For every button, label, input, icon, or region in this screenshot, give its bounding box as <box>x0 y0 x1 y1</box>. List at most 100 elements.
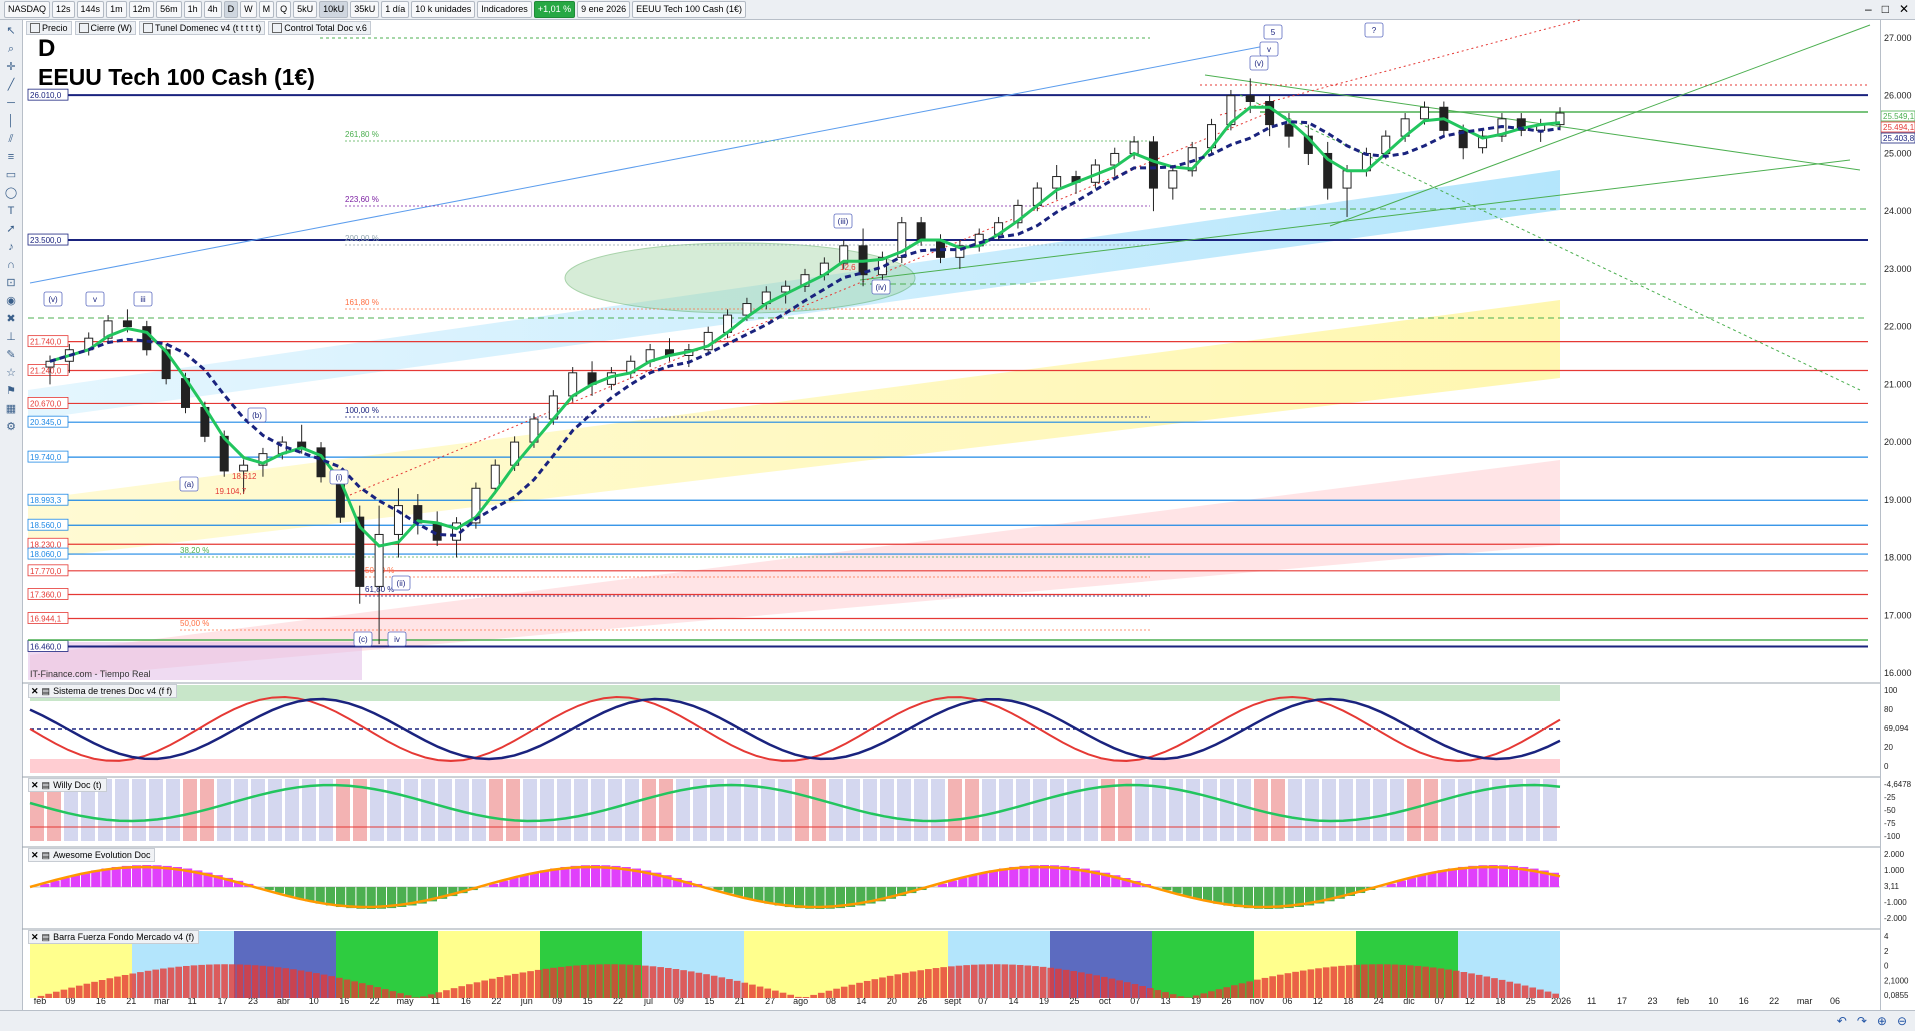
brush-icon[interactable]: ✎ <box>4 348 18 362</box>
symbol-selector[interactable]: NASDAQ <box>4 1 50 18</box>
fibonacci-icon[interactable]: ≡ <box>4 150 18 164</box>
chip-precio[interactable]: Precio <box>26 21 72 35</box>
checkbox-icon[interactable] <box>272 23 282 33</box>
chip-tunel[interactable]: Tunel Domenec v4 (t t t t t) <box>139 21 265 35</box>
tick-10ku[interactable]: 10kU <box>319 1 348 18</box>
barra-bar-123 <box>971 965 978 998</box>
cursor-icon[interactable]: ↖ <box>4 24 18 38</box>
line-icon[interactable]: ╱ <box>4 78 18 92</box>
text-icon[interactable]: T <box>4 204 18 218</box>
candle-body-44 <box>898 223 906 258</box>
barra-band-38 <box>999 931 1025 998</box>
barra-bar-199 <box>1552 994 1559 998</box>
barra-bar-93 <box>741 983 748 998</box>
awesome-bar-142 <box>1478 865 1487 887</box>
barra-bar-130 <box>1025 965 1032 998</box>
zoom-icon[interactable]: ⌕ <box>4 42 18 56</box>
rectangle-icon[interactable]: ▭ <box>4 168 18 182</box>
grid-icon[interactable]: ▦ <box>4 402 18 416</box>
tick-5ku[interactable]: 5kU <box>293 1 317 18</box>
minimize-icon[interactable]: – <box>1865 2 1872 16</box>
barra-bar-45 <box>374 987 381 998</box>
willy-bar-41 <box>727 779 741 841</box>
units-dropdown[interactable]: 10 k unidades <box>411 1 475 18</box>
time-label-28: 20 <box>887 996 897 1006</box>
indicators-button[interactable]: Indicadores <box>477 1 532 18</box>
trash-icon[interactable]: ✖ <box>4 312 18 326</box>
barra-band-55 <box>1433 931 1459 998</box>
close-icon[interactable]: ✕ <box>31 685 39 697</box>
willy-bar-72 <box>1254 779 1268 841</box>
timeframe-1m[interactable]: 1m <box>106 1 127 18</box>
tick-35ku[interactable]: 35kU <box>350 1 379 18</box>
checkbox-icon[interactable] <box>79 23 89 33</box>
timeframe-144s[interactable]: 144s <box>77 1 105 18</box>
level-label-3: 21.240,0 <box>30 367 62 376</box>
undo-icon[interactable]: ↶ <box>1837 1014 1847 1028</box>
candle-body-63 <box>1266 102 1274 125</box>
candle-body-39 <box>801 275 809 287</box>
arrow-icon[interactable]: ➚ <box>4 222 18 236</box>
barra-band-18 <box>489 931 515 998</box>
timeframe-4h[interactable]: 4h <box>204 1 222 18</box>
pane-header-awesome[interactable]: ✕▤Awesome Evolution Doc <box>28 848 155 862</box>
redo-icon[interactable]: ↷ <box>1857 1014 1867 1028</box>
timeframe-12m[interactable]: 12m <box>129 1 155 18</box>
data-source: IT-Finance.com - Tiempo Real <box>30 669 151 679</box>
timeframe-1h[interactable]: 1h <box>184 1 202 18</box>
willy-bar-80 <box>1390 779 1404 841</box>
chip-control-total[interactable]: Control Total Doc v.6 <box>268 21 371 35</box>
close-icon[interactable]: ✕ <box>1899 2 1909 16</box>
checkbox-icon[interactable] <box>143 23 153 33</box>
timeframe-w[interactable]: W <box>240 1 257 18</box>
close-icon[interactable]: ✕ <box>31 779 39 791</box>
eye-icon[interactable]: ◉ <box>4 294 18 308</box>
chip-cierre[interactable]: Cierre (W) <box>75 21 137 35</box>
barra-bar-19 <box>175 967 182 998</box>
ellipse-icon[interactable]: ◯ <box>4 186 18 200</box>
awesome-bar-141 <box>1468 866 1477 887</box>
lock-icon[interactable]: ⊡ <box>4 276 18 290</box>
period-dropdown[interactable]: 1 día <box>381 1 409 18</box>
timeframe-12s[interactable]: 12s <box>52 1 75 18</box>
pane-header-willy[interactable]: ✕▤Willy Doc (t) <box>28 778 107 792</box>
red-zone <box>30 460 1560 680</box>
price-chart[interactable]: 26.010,023.500,021.740,021.240,020.670,0… <box>0 0 1915 1030</box>
channel-icon[interactable]: ⫽ <box>4 132 18 146</box>
willy-bar-27 <box>489 779 503 841</box>
magnet-icon[interactable]: ∩ <box>4 258 18 272</box>
flag-icon[interactable]: ⚑ <box>4 384 18 398</box>
zoom-out-icon[interactable]: ⊖ <box>1897 1014 1907 1028</box>
zoom-in-icon[interactable]: ⊕ <box>1877 1014 1887 1028</box>
awesome-bar-24 <box>275 887 284 893</box>
willy-bar-36 <box>642 779 656 841</box>
crosshair-icon[interactable]: ✛ <box>4 60 18 74</box>
timeframe-d[interactable]: D <box>224 1 239 18</box>
timeframe-56m[interactable]: 56m <box>156 1 182 18</box>
wave-label-box-0 <box>1264 25 1282 39</box>
settings-icon[interactable]: ⚙ <box>4 420 18 434</box>
awesome-bar-23 <box>265 887 274 890</box>
barra-bar-154 <box>1208 991 1215 998</box>
close-icon[interactable]: ✕ <box>31 931 39 943</box>
awesome-bar-52 <box>560 867 569 887</box>
time-label-25: ago <box>793 996 808 1006</box>
bell-icon[interactable]: ♪ <box>4 240 18 254</box>
vertical-line-icon[interactable]: │ <box>4 114 18 128</box>
horizontal-line-icon[interactable]: ─ <box>4 96 18 110</box>
barra-bar-1 <box>38 996 45 998</box>
pane-header-trenes[interactable]: ✕▤Sistema de trenes Doc v4 (f f) <box>28 684 177 698</box>
candle-body-75 <box>1498 119 1506 136</box>
checkbox-icon[interactable] <box>30 23 40 33</box>
time-label-24: 27 <box>765 996 775 1006</box>
close-icon[interactable]: ✕ <box>31 849 39 861</box>
timeframe-m[interactable]: M <box>259 1 275 18</box>
yellow-zone <box>28 300 1560 560</box>
star-icon[interactable]: ☆ <box>4 366 18 380</box>
awesome-bar-87 <box>917 887 926 890</box>
right-price-axis[interactable] <box>1880 20 1915 1010</box>
maximize-icon[interactable]: □ <box>1882 2 1889 16</box>
pane-header-barra[interactable]: ✕▤Barra Fuerza Fondo Mercado v4 (f) <box>28 930 199 944</box>
timeframe-q[interactable]: Q <box>276 1 291 18</box>
ruler-icon[interactable]: ⊥ <box>4 330 18 344</box>
